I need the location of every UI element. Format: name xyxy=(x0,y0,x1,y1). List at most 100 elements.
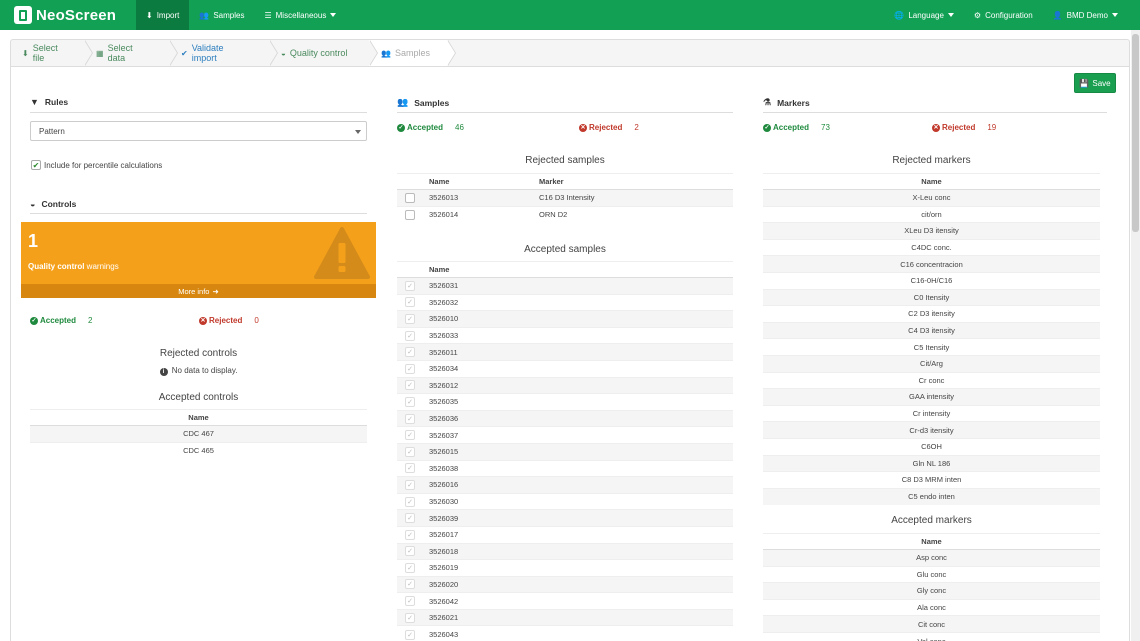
row-checkbox[interactable]: ✓ xyxy=(405,596,415,607)
table-row[interactable]: C4DC conc. xyxy=(763,238,1100,256)
table-row[interactable]: ✓ 3526035 xyxy=(397,393,733,411)
row-checkbox[interactable]: ✓ xyxy=(405,496,415,507)
table-row[interactable]: ✓ 3526018 xyxy=(397,542,733,560)
column-header-name[interactable]: Name xyxy=(30,409,367,426)
table-row[interactable]: C16-0H/C16 xyxy=(763,271,1100,290)
table-row[interactable]: ✓ 3526019 xyxy=(397,559,733,577)
scrollbar-thumb[interactable] xyxy=(1132,34,1139,232)
row-checkbox[interactable]: ✓ xyxy=(405,629,415,640)
table-row[interactable]: Gln NL 186 xyxy=(763,454,1100,472)
table-row[interactable]: Cit conc xyxy=(763,615,1100,633)
brand[interactable]: NeoScreen xyxy=(0,0,136,30)
step-validate-import[interactable]: ✔ Validate import xyxy=(169,40,278,66)
nav-miscellaneous[interactable]: ☰ Miscellaneous xyxy=(254,0,346,30)
row-checkbox[interactable]: ✓ xyxy=(405,380,415,391)
percentile-checkbox-row[interactable]: ✔ Include for percentile calculations xyxy=(31,160,162,170)
column-header-name[interactable]: Name xyxy=(429,261,733,278)
nav-language[interactable]: 🌐 Language xyxy=(884,0,964,30)
row-checkbox[interactable]: ✓ xyxy=(405,347,415,358)
column-header-marker[interactable]: Marker xyxy=(539,173,733,190)
row-checkbox[interactable]: ✓ xyxy=(405,612,415,623)
table-row[interactable]: ✓ 3526012 xyxy=(397,376,733,394)
table-row[interactable]: ✓ 3526033 xyxy=(397,326,733,344)
table-row[interactable]: ✓ 3526039 xyxy=(397,509,733,527)
step-select-data[interactable]: ▦ Select data xyxy=(84,40,178,66)
row-checkbox[interactable]: ✓ xyxy=(405,396,415,407)
table-row[interactable]: ✓ 3526016 xyxy=(397,476,733,494)
nav-user-menu[interactable]: 👤 BMD Demo xyxy=(1043,0,1128,30)
step-quality-control[interactable]: ◒ Quality control xyxy=(269,40,378,66)
table-row[interactable]: 3526013 C16 D3 Intensity xyxy=(397,189,733,207)
row-checkbox[interactable]: ✓ xyxy=(405,546,415,557)
nav-import[interactable]: ⬇ Import xyxy=(136,0,190,30)
table-row[interactable]: Glu conc xyxy=(763,565,1100,583)
table-row[interactable]: C6OH xyxy=(763,437,1100,455)
row-checkbox[interactable]: ✓ xyxy=(405,297,415,308)
table-row[interactable]: GAA intensity xyxy=(763,388,1100,406)
table-row[interactable]: CDC 467 xyxy=(30,425,367,443)
table-row[interactable]: Asp conc xyxy=(763,549,1100,567)
table-row[interactable]: ✓ 3526036 xyxy=(397,409,733,427)
step-select-file[interactable]: ⬇ Select file xyxy=(11,40,93,66)
table-row[interactable]: ✓ 3526031 xyxy=(397,277,733,295)
row-checkbox[interactable]: ✓ xyxy=(405,529,415,540)
table-row[interactable]: C5 endo inten xyxy=(763,487,1100,505)
more-info-link[interactable]: More info ➜ xyxy=(21,284,376,298)
column-header-name[interactable]: Name xyxy=(429,173,539,190)
page-scrollbar[interactable] xyxy=(1131,30,1140,641)
nav-samples[interactable]: 👥 Samples xyxy=(189,0,254,30)
table-row[interactable]: ✓ 3526043 xyxy=(397,625,733,641)
row-checkbox[interactable]: ✓ xyxy=(405,363,415,374)
table-row[interactable]: ✓ 3526037 xyxy=(397,426,733,444)
table-row[interactable]: ✓ 3526017 xyxy=(397,525,733,543)
table-row[interactable]: Cit/Arg xyxy=(763,354,1100,373)
row-checkbox[interactable]: ✓ xyxy=(405,463,415,474)
save-button[interactable]: 💾 Save xyxy=(1074,73,1116,93)
table-row[interactable]: ✓ 3526034 xyxy=(397,359,733,378)
row-checkbox[interactable]: ✓ xyxy=(405,430,415,441)
table-row[interactable]: XLeu D3 itensity xyxy=(763,222,1100,240)
nav-configuration[interactable]: ⚙ Configuration xyxy=(964,0,1043,30)
controls-title: ◒ Controls xyxy=(30,199,77,209)
table-row[interactable]: ✓ 3526038 xyxy=(397,459,733,477)
column-header-name[interactable]: Name xyxy=(763,533,1100,550)
table-row[interactable]: ✓ 3526042 xyxy=(397,592,733,610)
row-checkbox[interactable]: ✓ xyxy=(405,413,415,424)
row-checkbox[interactable]: ✓ xyxy=(405,579,415,590)
row-checkbox[interactable]: ✓ xyxy=(405,513,415,524)
row-checkbox[interactable]: ✓ xyxy=(405,313,415,324)
row-checkbox[interactable]: ✓ xyxy=(405,562,415,573)
table-row[interactable]: cit/orn xyxy=(763,205,1100,223)
table-row[interactable]: ✓ 3526030 xyxy=(397,492,733,510)
table-row[interactable]: Cr-d3 itensity xyxy=(763,421,1100,439)
table-row[interactable]: CDC 465 xyxy=(30,441,367,459)
table-row[interactable]: C2 D3 itensity xyxy=(763,305,1100,323)
table-row[interactable]: ✓ 3526020 xyxy=(397,575,733,593)
percentile-checkbox[interactable]: ✔ xyxy=(31,160,41,170)
table-row[interactable]: Ala conc xyxy=(763,598,1100,616)
table-row[interactable]: Val conc xyxy=(763,631,1100,641)
table-row[interactable]: ✓ 3526010 xyxy=(397,310,733,328)
table-row[interactable]: C4 D3 itensity xyxy=(763,321,1100,339)
table-row[interactable]: ✓ 3526015 xyxy=(397,442,733,461)
table-row[interactable]: ✓ 3526021 xyxy=(397,608,733,626)
row-checkbox[interactable]: ✓ xyxy=(405,280,415,291)
table-row[interactable]: C5 Itensity xyxy=(763,338,1100,356)
table-row[interactable]: Cr conc xyxy=(763,371,1100,389)
table-row[interactable]: C16 concentracion xyxy=(763,255,1100,273)
column-header-name[interactable]: Name xyxy=(763,173,1100,190)
table-row[interactable]: ✓ 3526032 xyxy=(397,293,733,311)
row-checkbox[interactable] xyxy=(405,209,415,220)
row-checkbox[interactable] xyxy=(405,192,415,203)
table-row[interactable]: ✓ 3526011 xyxy=(397,343,733,361)
row-checkbox[interactable]: ✓ xyxy=(405,479,415,490)
table-row[interactable]: Cr intensity xyxy=(763,404,1100,422)
table-row[interactable]: X-Leu conc xyxy=(763,189,1100,207)
table-row[interactable]: C0 Itensity xyxy=(763,288,1100,306)
table-row[interactable]: C8 D3 MRM inten xyxy=(763,471,1100,489)
row-checkbox[interactable]: ✓ xyxy=(405,330,415,341)
table-row[interactable]: 3526014 ORN D2 xyxy=(397,205,733,223)
table-row[interactable]: Gly conc xyxy=(763,582,1100,600)
rules-select[interactable]: Pattern xyxy=(30,121,367,141)
row-checkbox[interactable]: ✓ xyxy=(405,446,415,457)
